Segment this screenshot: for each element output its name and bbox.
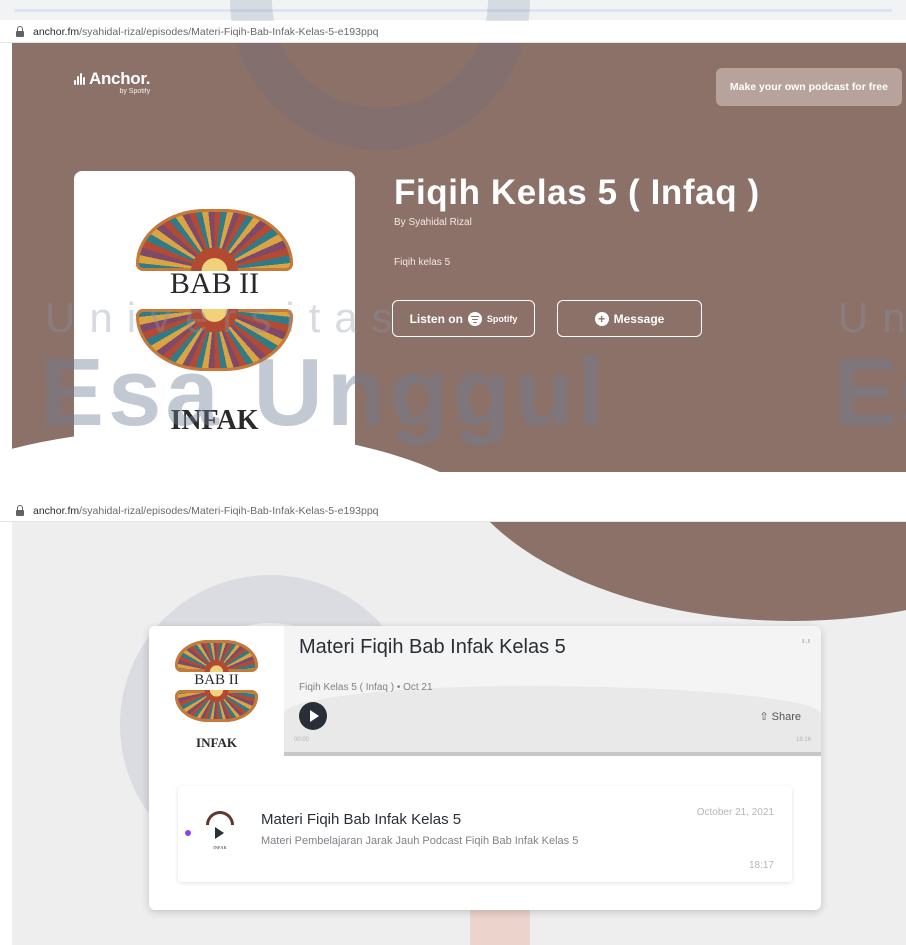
make-podcast-button[interactable]: Make your own podcast for free [715, 68, 902, 106]
lock-icon [14, 25, 26, 38]
episode-item-description: Materi Pembelajaran Jarak Jauh Podcast F… [261, 835, 579, 847]
address-bar[interactable]: anchor.fm/syahidal-rizal/episodes/Materi… [0, 21, 906, 43]
podcast-description: Fiqih kelas 5 [394, 257, 451, 268]
listen-on-spotify-button[interactable]: Listen on Spotify [392, 300, 535, 337]
podcast-title: Fiqih Kelas 5 ( Infaq ) [394, 173, 760, 212]
anchor-wave-icon [74, 73, 85, 85]
time-current: 00:00 [294, 737, 310, 743]
lock-icon [14, 504, 26, 517]
url-path: /syahidal-rizal/episodes/Materi-Fiqih-Ba… [79, 504, 379, 517]
logo-subtext: by Spotify [119, 88, 151, 95]
spotify-wordmark: Spotify [486, 313, 518, 324]
cover-bab-text: BAB II [169, 267, 260, 300]
browser-tab-strip [0, 0, 906, 20]
message-button[interactable]: + Message [557, 300, 702, 337]
episode-list-item[interactable]: INFAK Materi Fiqih Bab Infak Kelas 5 Mat… [178, 786, 792, 882]
episode-item-duration: 18:17 [748, 860, 774, 871]
time-total: 18:16 [795, 737, 811, 743]
unplayed-dot-icon [185, 830, 191, 836]
plus-circle-icon: + [594, 311, 609, 326]
episode-item-title[interactable]: Materi Fiqih Bab Infak Kelas 5 [261, 811, 461, 828]
podcast-cover: BAB II INFAK [74, 171, 355, 453]
play-button[interactable] [299, 702, 327, 730]
mandala-bottom-image [136, 309, 293, 371]
thumb-infak-text: INFAK [213, 845, 227, 850]
address-bar-2[interactable]: anchor.fm/syahidal-rizal/episodes/Materi… [0, 500, 906, 522]
url-path: /syahidal-rizal/episodes/Materi-Fiqih-Ba… [79, 25, 379, 38]
episode-meta[interactable]: Fiqih Kelas 5 ( Infaq ) • Oct 21 [299, 682, 433, 693]
url-host: anchor.fm [33, 25, 80, 38]
share-icon: ⇧ [759, 711, 769, 723]
logo-text: Anchor. [89, 69, 151, 88]
mandala-top-image [136, 209, 293, 271]
url-host: anchor.fm [33, 504, 80, 517]
player-cover: BAB II INFAK [149, 626, 284, 757]
player-cover-infak: INFAK [196, 735, 237, 750]
episode-title: Materi Fiqih Bab Infak Kelas 5 [299, 636, 566, 658]
episode-thumb-play-button[interactable]: INFAK [200, 809, 240, 855]
podcast-author[interactable]: By Syahidal Rizal [394, 217, 472, 228]
play-icon [215, 827, 224, 839]
podcast-hero: Anchor. by Spotify Make your own podcast… [12, 43, 906, 472]
cover-infak-text: INFAK [170, 405, 259, 436]
message-label: Message [613, 311, 665, 326]
spotify-icon [467, 311, 482, 326]
episode-item-date: October 21, 2021 [696, 807, 774, 818]
player-cover-bab: BAB II [194, 672, 239, 688]
listen-label: Listen on [409, 311, 463, 326]
progress-bar[interactable] [284, 752, 821, 756]
bars-icon[interactable]: ı.ı [802, 638, 811, 645]
share-button[interactable]: ⇧ Share [759, 710, 801, 723]
anchor-logo[interactable]: Anchor. by Spotify [74, 69, 150, 95]
